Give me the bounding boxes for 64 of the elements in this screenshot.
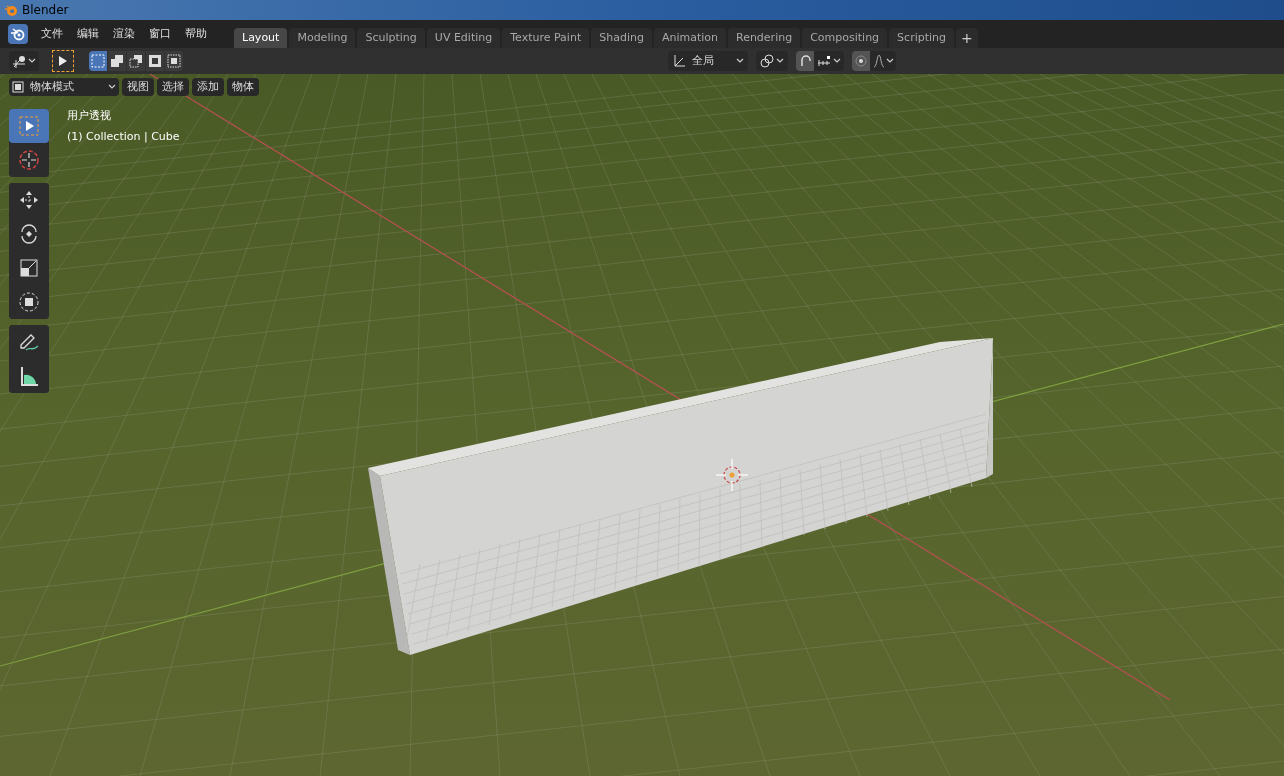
menu-item[interactable]: 窗口 (142, 24, 178, 44)
selection-mode-button[interactable] (108, 51, 126, 71)
caret-icon (776, 58, 784, 64)
select-box-icon (18, 115, 40, 137)
viewport-menu-button[interactable]: 物体 (227, 78, 259, 96)
dashed-square-icon (91, 54, 105, 68)
caret-icon (885, 58, 894, 64)
falloff-curve-icon (872, 54, 885, 68)
viewport-menu-button[interactable]: 视图 (122, 78, 154, 96)
workspace-tab[interactable]: Animation (653, 28, 726, 48)
overlap-squares-icon (110, 54, 124, 68)
transform-icon (18, 291, 40, 313)
move-arrows-icon (18, 189, 40, 211)
workspace-tab[interactable]: Sculpting (357, 28, 425, 48)
workspace-tab[interactable]: Layout (234, 28, 288, 48)
pivot-point-dropdown[interactable] (756, 51, 788, 71)
window-title: Blender (22, 2, 69, 19)
workspace-tab[interactable]: Texture Paint (502, 28, 590, 48)
ruler-icon (18, 365, 40, 387)
caret-icon (833, 58, 841, 64)
add-workspace-button[interactable]: + (956, 28, 978, 48)
selection-mode-button[interactable] (165, 51, 183, 71)
workspace-tab[interactable]: Rendering (728, 28, 801, 48)
object-interaction-dropdown[interactable] (9, 51, 39, 71)
scale-icon (18, 257, 40, 279)
caret-icon (108, 84, 116, 90)
tool-button[interactable] (9, 109, 49, 143)
blender-logo-icon (4, 3, 18, 17)
selection-mode-button[interactable] (127, 51, 145, 71)
cursor-arrow-icon (58, 55, 68, 67)
workspace-tab[interactable]: Modeling (289, 28, 356, 48)
dot-circle-icon (855, 55, 867, 67)
viewport-menu-button[interactable]: 添加 (192, 78, 224, 96)
menu-item[interactable]: 编辑 (70, 24, 106, 44)
selection-mode-button[interactable] (146, 51, 164, 71)
proportional-editing-toggle[interactable] (852, 51, 870, 71)
mode-dropdown[interactable]: 物体模式 (9, 78, 119, 96)
caret-icon (736, 58, 744, 64)
square-icon (12, 81, 24, 93)
increment-icon (817, 55, 831, 67)
intersect-squares-icon (167, 54, 181, 68)
viewport-menu-button[interactable]: 选择 (157, 78, 189, 96)
workspace-tab[interactable]: Compositing (802, 28, 888, 48)
workspace-tab[interactable]: UV Editing (426, 28, 501, 48)
menu-item[interactable]: 渲染 (106, 24, 142, 44)
subtract-squares-icon (129, 54, 143, 68)
view-name-label: 用户透视 (67, 108, 112, 124)
menu-item[interactable]: 文件 (34, 24, 70, 44)
caret-icon (28, 58, 36, 64)
gizmo-icon (12, 54, 26, 68)
active-tool-button[interactable] (52, 50, 74, 72)
linked-circles-icon (760, 54, 774, 68)
blender-menu-button[interactable] (8, 24, 28, 44)
crosshair-circle-icon (18, 149, 40, 171)
rotate-icon (18, 223, 40, 245)
object-info-label: (1) Collection | Cube (67, 128, 180, 145)
transform-orientation-dropdown[interactable]: 全局 (668, 51, 748, 71)
invert-squares-icon (148, 54, 162, 68)
axes-icon (672, 54, 686, 68)
workspace-tab[interactable]: Scripting (889, 28, 955, 48)
snap-toggle[interactable] (796, 51, 814, 71)
blender-logo-icon (10, 26, 26, 42)
workspace-tab[interactable]: Shading (591, 28, 652, 48)
menu-item[interactable]: 帮助 (178, 24, 214, 44)
